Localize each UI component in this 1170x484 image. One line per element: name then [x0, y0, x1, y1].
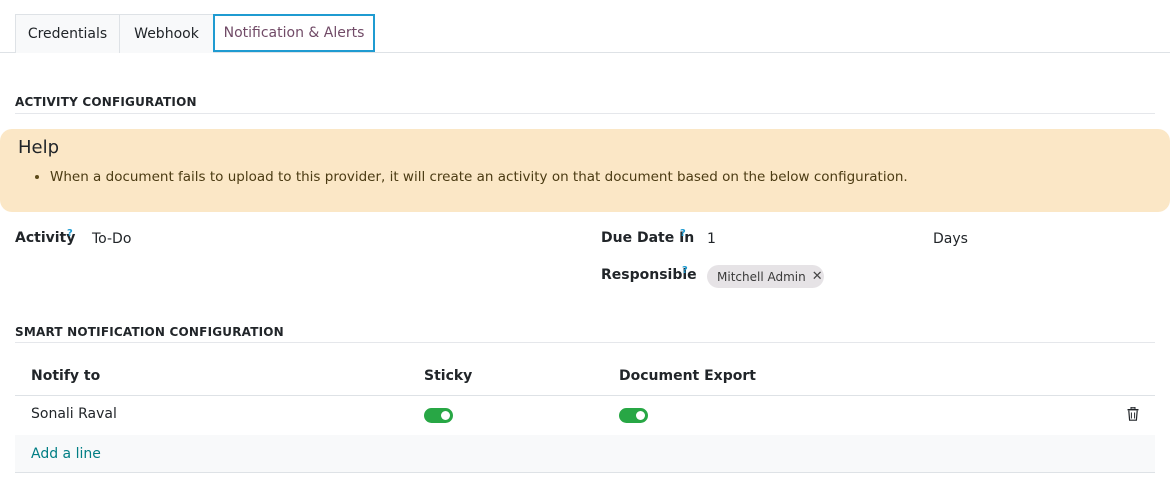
column-header-notify-to[interactable]: Notify to: [31, 368, 100, 384]
column-header-sticky[interactable]: Sticky: [424, 368, 472, 384]
table-row-notify-to[interactable]: Sonali Raval: [31, 406, 117, 422]
help-title: Help: [18, 137, 60, 158]
document-export-toggle[interactable]: [619, 408, 648, 423]
bullet-icon: [35, 173, 41, 179]
column-header-document-export[interactable]: Document Export: [619, 368, 756, 384]
sticky-toggle[interactable]: [424, 408, 453, 423]
table-header-divider: [15, 395, 1155, 396]
due-date-field[interactable]: 1: [707, 231, 716, 247]
section-divider: [15, 342, 1155, 343]
due-date-unit[interactable]: Days: [933, 231, 968, 247]
tab-credentials[interactable]: Credentials: [15, 14, 120, 53]
activity-field[interactable]: To-Do: [92, 231, 131, 247]
tab-webhook[interactable]: Webhook: [119, 14, 214, 53]
notification-section-title: SMART NOTIFICATION CONFIGURATION: [15, 325, 284, 339]
tab-notification-alerts[interactable]: Notification & Alerts: [213, 14, 375, 52]
add-line-row: [15, 435, 1155, 473]
tab-bar: Credentials Webhook Notification & Alert…: [0, 0, 1170, 53]
section-divider: [15, 113, 1155, 114]
help-text: When a document fails to upload to this …: [50, 169, 908, 185]
activity-help-tooltip[interactable]: ?: [67, 228, 73, 239]
remove-tag-icon[interactable]: ✕: [812, 269, 823, 284]
responsible-help-tooltip[interactable]: ?: [682, 265, 688, 276]
add-line-button[interactable]: Add a line: [31, 446, 101, 462]
due-date-help-tooltip[interactable]: ?: [680, 228, 686, 239]
responsible-tag-label: Mitchell Admin: [717, 269, 806, 284]
responsible-tag[interactable]: Mitchell Admin ✕: [707, 265, 824, 288]
activity-section-title: ACTIVITY CONFIGURATION: [15, 95, 197, 109]
trash-icon[interactable]: [1127, 407, 1139, 421]
